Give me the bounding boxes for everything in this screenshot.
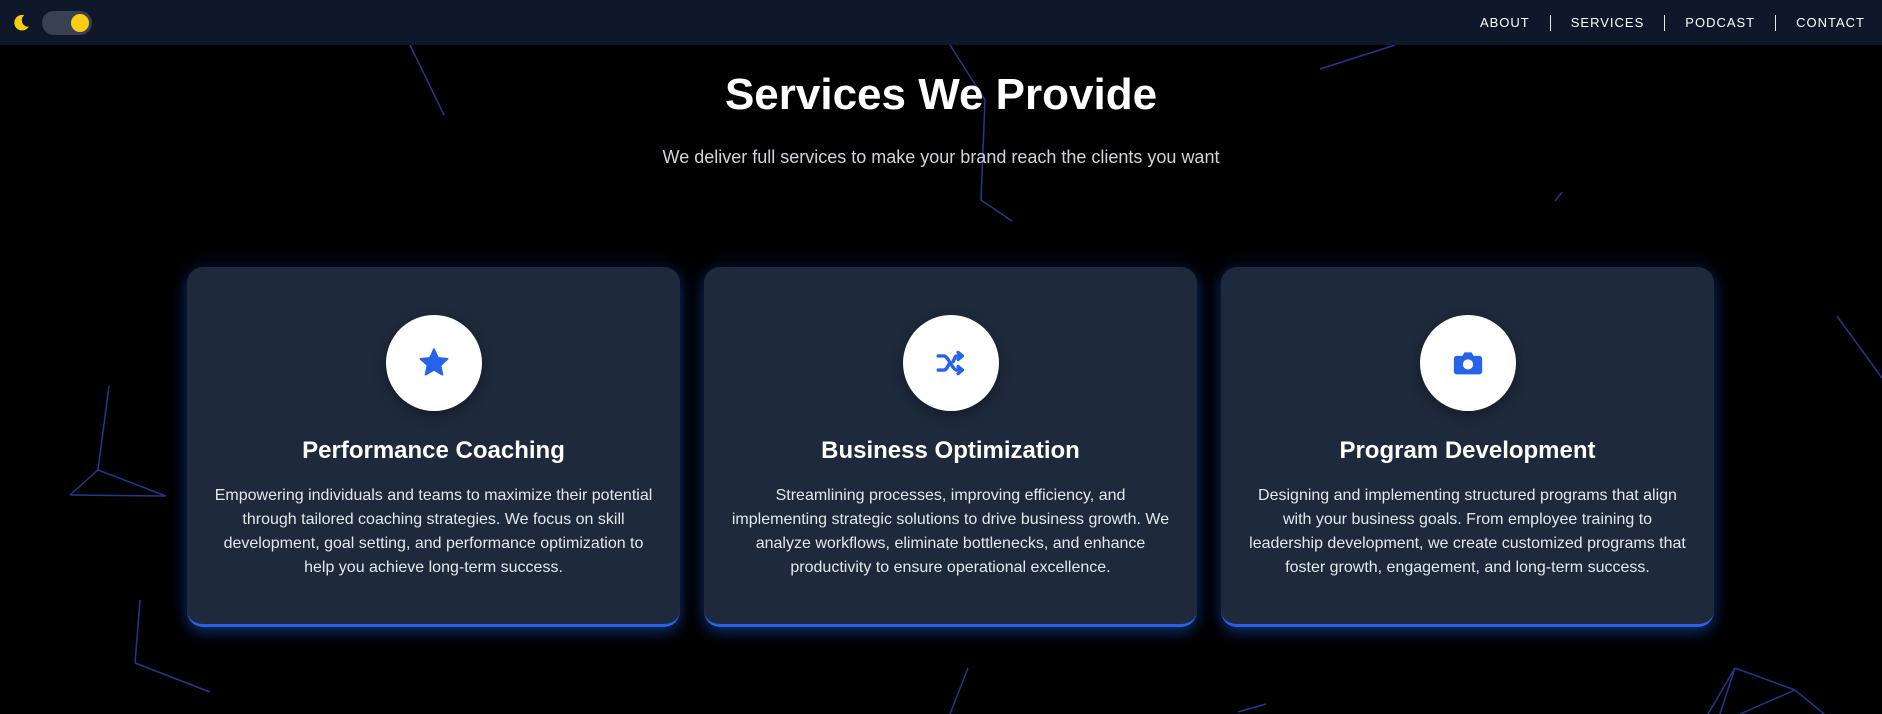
top-navbar: ABOUT SERVICES PODCAST CONTACT — [0, 0, 1882, 45]
theme-switch[interactable] — [42, 10, 92, 35]
moon-icon — [14, 14, 29, 30]
service-card-business-optimization: Business Optimization Streamlining proce… — [704, 267, 1197, 627]
service-card-program-development: Program Development Designing and implem… — [1221, 267, 1714, 627]
shuffle-icon — [936, 350, 964, 376]
nav-link-services[interactable]: SERVICES — [1549, 14, 1665, 31]
services-list: Performance Coaching Empowering individu… — [187, 267, 1714, 627]
theme-toggle[interactable] — [10, 10, 92, 35]
service-description: Streamlining processes, improving effici… — [731, 487, 1170, 576]
nav-link-about[interactable]: ABOUT — [1460, 15, 1550, 31]
camera-icon — [1453, 352, 1482, 375]
theme-switch-knob — [71, 13, 89, 32]
page-subtitle: We deliver full services to make your br… — [662, 147, 1220, 167]
service-title: Business Optimization — [821, 437, 1080, 464]
service-icon-badge — [385, 315, 482, 411]
service-title: Performance Coaching — [302, 437, 565, 464]
service-icon-badge — [902, 315, 999, 411]
nav-link-podcast[interactable]: PODCAST — [1664, 14, 1775, 31]
star-icon — [419, 348, 448, 376]
service-description: Designing and implementing structured pr… — [1249, 487, 1686, 576]
service-card-performance-coaching: Performance Coaching Empowering individu… — [187, 267, 680, 627]
service-title: Program Development — [1339, 437, 1596, 464]
service-description: Empowering individuals and teams to maxi… — [214, 487, 653, 576]
nav-link-contact[interactable]: CONTACT — [1775, 14, 1865, 31]
main-nav: ABOUT SERVICES PODCAST CONTACT — [1460, 14, 1865, 31]
service-icon-badge — [1419, 315, 1516, 411]
page-title: Services We Provide — [724, 70, 1158, 119]
